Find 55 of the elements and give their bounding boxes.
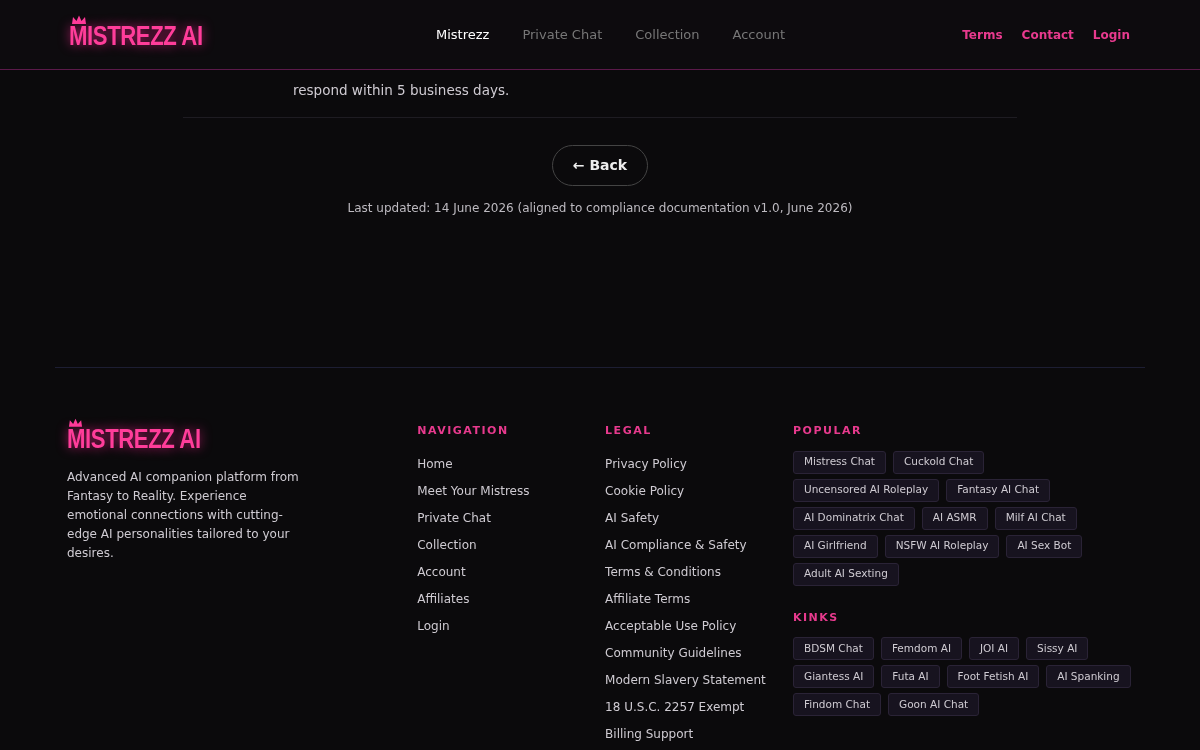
tag-chip[interactable]: Giantess AI [793,665,875,688]
tag-chip[interactable]: Fantasy AI Chat [946,478,1051,502]
nav-link[interactable]: Mistrezz [436,24,490,45]
tag-chip[interactable]: NSFW AI Roleplay [884,534,1000,558]
header-link[interactable]: Login [1092,25,1130,44]
tag-chip[interactable]: Uncensored AI Roleplay [793,478,940,502]
logo-text[interactable]: MISTREZZ AI [69,23,203,50]
footer-link[interactable]: Affiliates [417,589,470,608]
header-link[interactable]: Terms [962,25,1003,44]
footer-link[interactable]: Cookie Policy [605,481,685,500]
footer-link[interactable]: Home [417,454,453,473]
tag-chip[interactable]: Foot Fetish AI [946,665,1040,688]
tag-chip[interactable]: AI ASMR [921,506,988,530]
footer-link[interactable]: Private Chat [417,508,491,527]
footer-link[interactable]: Affiliate Terms [605,589,691,608]
footer-link[interactable]: Collection [417,535,477,554]
paragraph: respond within 5 business days. [293,81,511,100]
footer-link[interactable]: Terms & Conditions [605,562,721,581]
tag-chip[interactable]: Futa AI [881,665,940,688]
footer-link[interactable]: Acceptable Use Policy [605,616,737,635]
column-heading: NAVIGATION [417,423,510,439]
logo-text[interactable]: MISTREZZ AI [67,426,201,453]
footer-link[interactable]: Community Guidelines [605,643,742,662]
tag-chip[interactable]: Mistress Chat [793,450,886,474]
footer-link[interactable]: AI Safety [605,508,660,527]
tag-chip[interactable]: Sissy AI [1026,637,1089,660]
tag-chip[interactable]: Adult AI Sexting [793,562,899,586]
tag-group-heading: KINKS [793,609,840,626]
footer-link[interactable]: 18 U.S.C. 2257 Exempt [605,697,745,716]
tag-chip[interactable]: Findom Chat [793,693,882,716]
footer-link[interactable]: AI Compliance & Safety [605,535,747,554]
footer-link[interactable]: Account [417,562,466,581]
last-updated-text: Last updated: 14 June 2026 (aligned to compliance documentation v1.0, June 2026) [347,200,853,217]
footer-link[interactable]: Login [417,616,450,635]
tag-chip[interactable]: AI Sex Bot [1006,534,1083,558]
tag-chip[interactable]: BDSM Chat [793,637,874,660]
tag-chip[interactable]: AI Spanking [1046,665,1131,688]
column-heading: LEGAL [605,423,653,439]
nav-link[interactable]: Private Chat [522,24,603,45]
nav-link[interactable]: Collection [635,24,700,45]
tag-chip[interactable]: Goon AI Chat [888,693,980,716]
tag-chip[interactable]: JOI AI [969,637,1020,660]
tag-chip[interactable]: Femdom AI [880,637,962,660]
tag-chip[interactable]: Milf AI Chat [994,506,1077,530]
footer-link[interactable]: Meet Your Mistress [417,481,530,500]
tag-group-heading: POPULAR [793,423,863,439]
tag-chip[interactable]: AI Girlfriend [793,534,878,558]
tag-chip[interactable]: Cuckold Chat [892,450,985,474]
footer-link[interactable]: Billing Support [605,724,694,743]
nav-link[interactable]: Account [732,24,786,45]
footer-description: Advanced AI companion platform from Fantasy to Reality. Experience emotional connections with cutting-edge AI personalities tailored to your desires. [67,469,300,562]
footer-link[interactable]: Privacy Policy [605,454,687,473]
header-link[interactable]: Contact [1021,25,1074,44]
footer-link[interactable]: Modern Slavery Statement [605,670,766,689]
tag-chip[interactable]: AI Dominatrix Chat [793,506,915,530]
